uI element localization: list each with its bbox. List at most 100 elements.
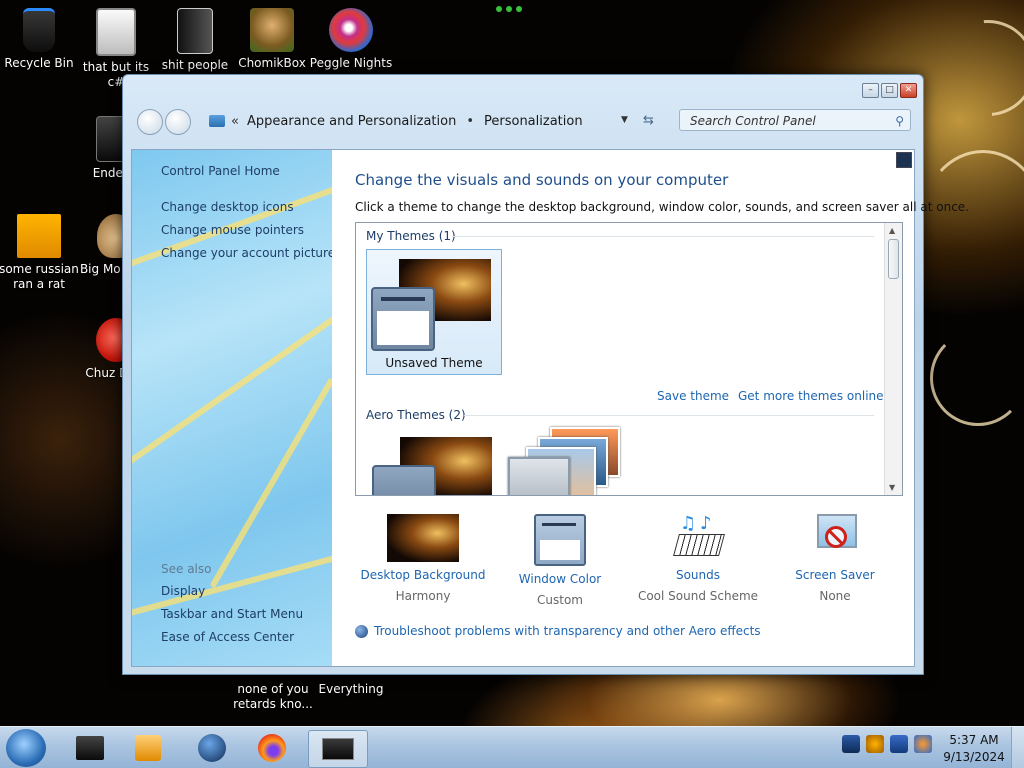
action-center-icon[interactable] <box>914 735 932 753</box>
scroll-down-icon[interactable]: ▼ <box>889 483 895 492</box>
clock-date: 9/13/2024 <box>943 750 1005 764</box>
setting-title[interactable]: Window Color <box>490 572 630 586</box>
show-desktop-button[interactable] <box>1011 727 1024 768</box>
network-icon[interactable] <box>842 735 860 753</box>
sidebar-control-panel-home[interactable]: Control Panel Home <box>161 164 280 178</box>
firefox-icon <box>258 734 286 762</box>
troubleshoot-icon <box>355 624 368 638</box>
desktop-icon-label: Everything <box>318 682 384 696</box>
see-also-taskbar-start-menu[interactable]: Taskbar and Start Menu <box>161 607 303 621</box>
troubleshoot-label[interactable]: Troubleshoot problems with transparency … <box>374 624 761 638</box>
stacked-windows-icon <box>96 8 136 56</box>
see-also-display[interactable]: Display <box>161 584 205 598</box>
sounds-setting[interactable]: ♫ ♪ Sounds Cool Sound Scheme <box>628 514 768 604</box>
personalization-window: – □ ✕ « Appearance and Personalization •… <box>122 74 969 675</box>
desktop-icon-shit-people[interactable]: shit people <box>153 2 237 73</box>
window-color-swatch <box>371 287 435 351</box>
clock[interactable]: 5:37 AM 9/13/2024 <box>938 732 1010 766</box>
address-bar[interactable]: « Appearance and Personalization • Perso… <box>203 108 643 134</box>
start-button[interactable] <box>6 729 46 767</box>
theme-photo-stack[interactable] <box>506 427 636 495</box>
forward-button[interactable] <box>165 109 191 135</box>
media-player-icon <box>135 735 161 761</box>
screensaver-none-icon <box>813 514 857 562</box>
theme-label: Unsaved Theme <box>385 356 483 370</box>
recycle-bin-icon <box>23 8 55 52</box>
search-icon[interactable]: ⚲ <box>895 110 904 132</box>
sidebar: Control Panel Home Change desktop icons … <box>132 150 332 666</box>
theme-harmony[interactable] <box>370 437 500 495</box>
taskbar-control-panel[interactable] <box>308 730 368 768</box>
setting-value: None <box>819 589 851 603</box>
breadcrumb-personalization[interactable]: Personalization <box>484 114 583 129</box>
control-panel-icon <box>209 115 225 127</box>
breadcrumb-overflow[interactable]: « <box>231 114 239 129</box>
desktop-icon-none-of-you[interactable]: none of you retards kno... <box>231 682 315 712</box>
taskbar-firefox[interactable] <box>250 730 294 766</box>
taskbar: 5:37 AM 9/13/2024 <box>0 726 1024 768</box>
control-panel-icon <box>322 738 354 760</box>
terminal-icon <box>76 736 104 760</box>
desktop-icon-everything[interactable]: Everything <box>309 682 393 697</box>
address-dropdown-icon[interactable]: ▼ <box>621 115 628 125</box>
desktop-icon-label: Recycle Bin <box>4 56 74 70</box>
theme-unsaved[interactable]: Unsaved Theme <box>366 249 502 375</box>
search-input[interactable]: Search Control Panel ⚲ <box>679 109 911 131</box>
help-icon[interactable] <box>896 152 912 168</box>
setting-title[interactable]: Screen Saver <box>765 568 905 582</box>
see-also-ease-of-access[interactable]: Ease of Access Center <box>161 630 294 644</box>
maximize-button[interactable]: □ <box>881 83 898 98</box>
desktop-icon-label: shit people <box>161 58 229 72</box>
search-tray-icon[interactable] <box>866 735 884 753</box>
folder-icon <box>177 8 213 54</box>
sidebar-decoration <box>132 300 332 466</box>
chomikbox-hamster-icon <box>250 8 294 52</box>
desktop-icon-peggle-nights[interactable]: Peggle Nights <box>309 2 393 71</box>
taskbar-globe[interactable] <box>190 730 234 766</box>
setting-title[interactable]: Sounds <box>628 568 768 582</box>
caption-buttons: – □ ✕ <box>862 83 917 98</box>
breadcrumb-appearance-and-personalization[interactable]: Appearance and Personalization <box>247 114 456 129</box>
wallpaper-swirl <box>920 0 1024 136</box>
sidebar-change-desktop-icons[interactable]: Change desktop icons <box>161 200 294 214</box>
sidebar-change-account-picture[interactable]: Change your account picture <box>161 246 332 260</box>
screen-saver-setting[interactable]: Screen Saver None <box>765 514 905 603</box>
save-theme-link[interactable]: Save theme <box>657 389 729 403</box>
setting-value: Cool Sound Scheme <box>637 589 759 603</box>
troubleshoot-link[interactable]: Troubleshoot problems with transparency … <box>355 624 761 638</box>
theme-list-scrollbar[interactable]: ▲ ▼ <box>884 223 902 495</box>
group-divider <box>452 236 874 237</box>
group-divider <box>464 415 874 416</box>
window-color-setting[interactable]: Window Color Custom <box>490 514 630 607</box>
scroll-up-icon[interactable]: ▲ <box>889 226 895 235</box>
breadcrumb-separator: • <box>466 113 474 129</box>
my-themes-heading: My Themes (1) <box>366 229 456 243</box>
page-title: Change the visuals and sounds on your co… <box>355 171 729 189</box>
sidebar-decoration <box>209 377 332 589</box>
desktop-icon-recycle-bin[interactable]: Recycle Bin <box>0 2 81 71</box>
sidebar-change-mouse-pointers[interactable]: Change mouse pointers <box>161 223 304 237</box>
setting-title[interactable]: Desktop Background <box>353 568 493 582</box>
desktop-icon-some-russian-ran-a-rat[interactable]: some russian ran a rat <box>0 208 81 292</box>
setting-value: Custom <box>537 593 583 607</box>
theme-list: My Themes (1) Unsaved Theme Save theme G… <box>355 222 903 496</box>
taskbar-media-player[interactable] <box>126 730 170 766</box>
aero-themes-heading: Aero Themes (2) <box>366 408 466 422</box>
de-logo-icon <box>17 214 61 258</box>
back-button[interactable] <box>137 109 163 135</box>
wallpaper-swirl <box>930 330 1024 426</box>
see-also-heading: See also <box>161 562 212 576</box>
scroll-thumb[interactable] <box>888 239 899 279</box>
minimize-button[interactable]: – <box>862 83 879 98</box>
navigation-bar: « Appearance and Personalization • Perso… <box>135 103 913 141</box>
desktop-icon-chomikbox[interactable]: ChomikBox <box>230 2 314 71</box>
close-button[interactable]: ✕ <box>900 83 917 98</box>
taskbar-terminal[interactable] <box>68 730 112 766</box>
display-icon[interactable] <box>890 735 908 753</box>
desktop-icon-label: some russian ran a rat <box>0 262 79 291</box>
refresh-icon[interactable]: ⇆ <box>643 113 654 128</box>
get-more-themes-link[interactable]: Get more themes online <box>738 389 884 403</box>
desktop-background-setting[interactable]: Desktop Background Harmony <box>353 514 493 603</box>
wallpaper-swirl <box>920 150 1024 296</box>
globe-icon <box>198 734 226 762</box>
